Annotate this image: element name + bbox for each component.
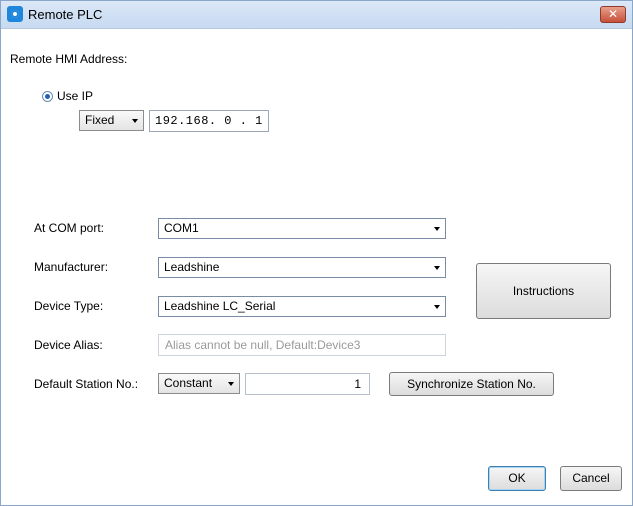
ip-mode-select[interactable]: Fixed bbox=[79, 110, 144, 131]
app-icon bbox=[7, 6, 23, 22]
device-type-value: Leadshine LC_Serial bbox=[164, 299, 276, 313]
ip-address-input[interactable]: 192.168. 0 . 1 bbox=[149, 110, 269, 132]
com-port-label: At COM port: bbox=[34, 221, 105, 235]
close-icon: ✕ bbox=[607, 7, 619, 21]
manufacturer-label: Manufacturer: bbox=[34, 260, 109, 274]
cancel-button[interactable]: Cancel bbox=[560, 466, 622, 491]
close-button[interactable]: ✕ bbox=[600, 6, 626, 23]
station-mode-value: Constant bbox=[164, 376, 213, 390]
device-alias-label: Device Alias: bbox=[34, 338, 103, 352]
chevron-down-icon bbox=[228, 382, 234, 386]
ok-button[interactable]: OK bbox=[488, 466, 546, 491]
chevron-down-icon bbox=[434, 227, 440, 231]
title-bar[interactable]: Remote PLC ✕ bbox=[1, 1, 632, 29]
ip-mode-value: Fixed bbox=[85, 113, 115, 127]
manufacturer-select[interactable]: Leadshine bbox=[158, 257, 446, 278]
instructions-button[interactable]: Instructions bbox=[476, 263, 611, 319]
station-mode-select[interactable]: Constant bbox=[158, 373, 240, 394]
chevron-down-icon bbox=[434, 266, 440, 270]
remote-hmi-heading: Remote HMI Address: bbox=[10, 52, 128, 66]
manufacturer-value: Leadshine bbox=[164, 260, 220, 274]
chevron-down-icon bbox=[434, 305, 440, 309]
station-number-input[interactable]: 1 bbox=[245, 373, 370, 395]
station-label: Default Station No.: bbox=[34, 377, 139, 391]
use-ip-label: Use IP bbox=[57, 89, 94, 103]
use-ip-radio[interactable] bbox=[42, 91, 53, 102]
device-type-label: Device Type: bbox=[34, 299, 104, 313]
com-port-value: COM1 bbox=[164, 221, 199, 235]
chevron-down-icon bbox=[132, 119, 138, 123]
device-type-select[interactable]: Leadshine LC_Serial bbox=[158, 296, 446, 317]
synchronize-station-button[interactable]: Synchronize Station No. bbox=[389, 372, 554, 396]
window-title: Remote PLC bbox=[28, 7, 103, 22]
device-alias-input[interactable]: Alias cannot be null, Default:Device3 bbox=[158, 334, 446, 356]
remote-plc-dialog: Remote PLC ✕ Remote HMI Address: Use IP … bbox=[0, 0, 633, 506]
com-port-select[interactable]: COM1 bbox=[158, 218, 446, 239]
